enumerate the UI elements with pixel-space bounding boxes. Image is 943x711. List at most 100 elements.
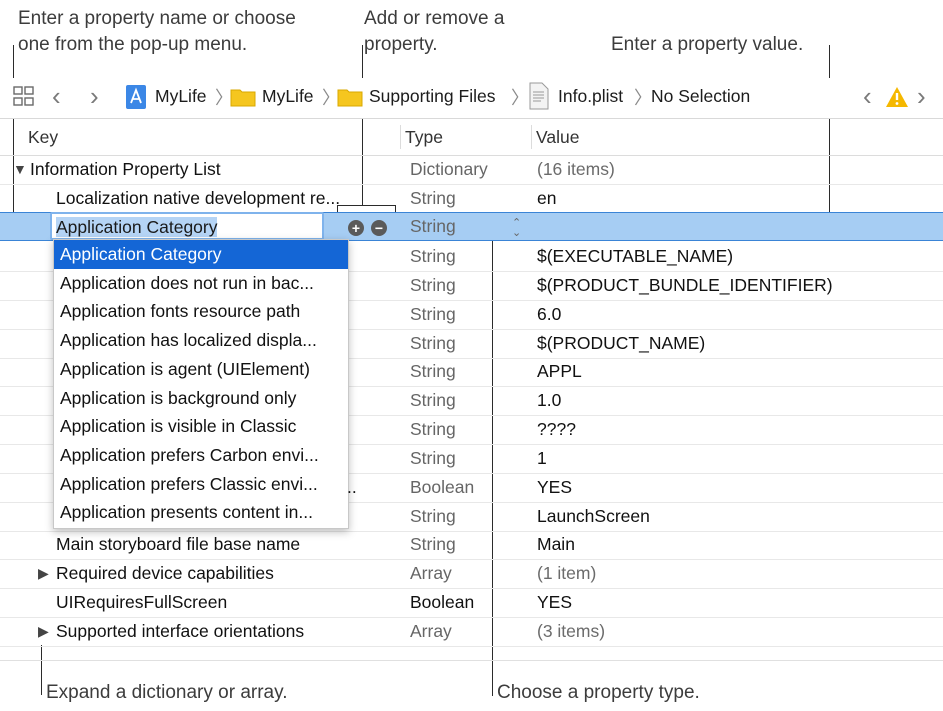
row-type: String <box>410 275 456 295</box>
jumpbar-file[interactable]: Info.plist <box>558 86 623 107</box>
row-value: $(EXECUTABLE_NAME) <box>537 246 734 266</box>
callout-add-remove-line1: Add or remove a <box>364 8 505 29</box>
jumpbar-supporting-files[interactable]: Supporting Files <box>369 86 495 107</box>
table-row[interactable]: Localization native development re... St… <box>0 184 943 214</box>
back-arrow-icon[interactable]: ‹ <box>52 81 61 111</box>
row-value: 1.0 <box>537 390 562 410</box>
add-row-icon[interactable]: + <box>348 220 364 236</box>
callout-expand: Expand a dictionary or array. <box>46 682 288 703</box>
chevron-right-icon: 〉 <box>634 88 652 108</box>
row-value: APPL <box>537 361 582 381</box>
row-type: String <box>410 361 456 381</box>
previous-issue-icon[interactable]: ‹ <box>863 81 872 111</box>
row-type: String <box>410 419 456 439</box>
menu-item[interactable]: Application is background only <box>54 384 348 413</box>
row-type: String <box>410 333 456 353</box>
callout-key: Enter a property name or choose one from… <box>18 6 296 58</box>
callout-type: Choose a property type. <box>497 682 700 703</box>
row-value: Main <box>537 534 575 554</box>
disclosure-expanded-icon[interactable]: ▼ <box>13 161 27 177</box>
row-type: Array <box>410 563 452 583</box>
row-type: String <box>410 188 456 208</box>
menu-item[interactable]: Application does not run in bac... <box>54 269 348 298</box>
row-key: Localization native development re... <box>56 188 341 208</box>
menu-item[interactable]: Application has localized displa... <box>54 326 348 355</box>
row-type[interactable]: String <box>410 216 456 237</box>
row-value: ???? <box>537 419 576 439</box>
jumpbar-project[interactable]: MyLife <box>155 86 207 107</box>
row-value: 6.0 <box>537 304 562 324</box>
row-value: $(PRODUCT_BUNDLE_IDENTIFIER) <box>537 275 833 295</box>
row-value: 1 <box>537 448 547 468</box>
row-key: Information Property List <box>30 159 221 179</box>
row-key: Supported interface orientations <box>56 621 305 641</box>
jumpbar-selection[interactable]: No Selection <box>651 86 750 107</box>
row-value: (3 items) <box>537 621 606 641</box>
row-value: $(PRODUCT_NAME) <box>537 333 706 353</box>
row-type: String <box>410 304 456 324</box>
warning-icon[interactable] <box>885 86 909 113</box>
column-separator[interactable] <box>531 125 532 149</box>
menu-item[interactable]: Application prefers Carbon envi... <box>54 441 348 470</box>
type-popup-chevron-icon[interactable]: ⌃ ⌄ <box>512 218 521 239</box>
menu-item[interactable]: Application prefers Classic envi... <box>54 470 348 499</box>
jump-bar: ‹ › MyLife 〉 MyLife 〉 Supporting Files 〉… <box>0 78 943 119</box>
callout-key-line2: one from the pop-up menu. <box>18 34 248 55</box>
key-edit-text[interactable]: Application Category <box>56 217 218 237</box>
menu-item[interactable]: Application is agent (UIElement) <box>54 355 348 384</box>
row-value: YES <box>537 592 573 612</box>
table-row[interactable]: ▶ Supported interface orientations Array… <box>0 617 943 647</box>
row-type: Boolean <box>410 477 475 497</box>
key-suggestions-menu: Application Category Application does no… <box>53 239 349 529</box>
row-value: LaunchScreen <box>537 506 650 526</box>
jumpbar-group[interactable]: MyLife <box>262 86 314 107</box>
column-header-type[interactable]: Type <box>405 127 443 148</box>
row-key: Main storyboard file base name <box>56 534 301 554</box>
row-type: String <box>410 506 456 526</box>
column-separator[interactable] <box>400 125 401 149</box>
column-header-value[interactable]: Value <box>536 127 579 148</box>
folder-icon <box>337 87 363 112</box>
remove-row-icon[interactable]: − <box>371 220 387 236</box>
callout-add-remove-line2: property. <box>364 34 438 55</box>
row-type: String <box>410 448 456 468</box>
disclosure-collapsed-icon[interactable]: ▶ <box>38 623 49 640</box>
callout-key-line1: Enter a property name or choose <box>18 8 296 29</box>
row-value: (16 items) <box>537 159 615 179</box>
plist-file-icon <box>528 82 550 115</box>
table-row[interactable]: UIRequiresFullScreen Boolean YES <box>0 588 943 618</box>
related-items-grid-icon[interactable] <box>12 84 36 113</box>
menu-item[interactable]: Application Category <box>54 240 348 269</box>
row-type: String <box>410 246 456 266</box>
key-edit-field[interactable]: Application Category <box>50 212 324 240</box>
table-row[interactable]: Main storyboard file base name String Ma… <box>0 530 943 560</box>
forward-arrow-icon[interactable]: › <box>90 81 99 111</box>
row-type: String <box>410 390 456 410</box>
row-type: Boolean <box>410 592 475 612</box>
row-value: YES <box>537 477 573 497</box>
app-icon <box>125 84 147 115</box>
table-bottom-border <box>0 660 943 661</box>
leader-expand-v <box>41 645 42 695</box>
row-value: en <box>537 188 557 208</box>
callout-add-remove: Add or remove a property. <box>364 6 504 58</box>
table-row[interactable]: ▶ Required device capabilities Array (1 … <box>0 559 943 589</box>
row-type: Array <box>410 621 452 641</box>
callout-value: Enter a property value. <box>611 34 804 55</box>
next-issue-icon[interactable]: › <box>917 81 926 111</box>
folder-icon <box>230 87 256 112</box>
row-key: UIRequiresFullScreen <box>56 592 228 612</box>
menu-item[interactable]: Application fonts resource path <box>54 297 348 326</box>
table-row-root[interactable]: ▼ Information Property List Dictionary (… <box>0 155 943 185</box>
disclosure-collapsed-icon[interactable]: ▶ <box>38 565 49 582</box>
row-value: (1 item) <box>537 563 597 583</box>
menu-item[interactable]: Application is visible in Classic <box>54 412 348 441</box>
row-type: String <box>410 534 456 554</box>
menu-item[interactable]: Application presents content in... <box>54 498 348 527</box>
row-key-overflow: .. <box>347 477 357 497</box>
chevron-right-icon: 〉 <box>511 88 529 108</box>
table-header: Key Type Value <box>0 119 943 156</box>
row-key: Required device capabilities <box>56 563 274 583</box>
column-header-key[interactable]: Key <box>28 127 58 148</box>
row-type: Dictionary <box>410 159 488 179</box>
